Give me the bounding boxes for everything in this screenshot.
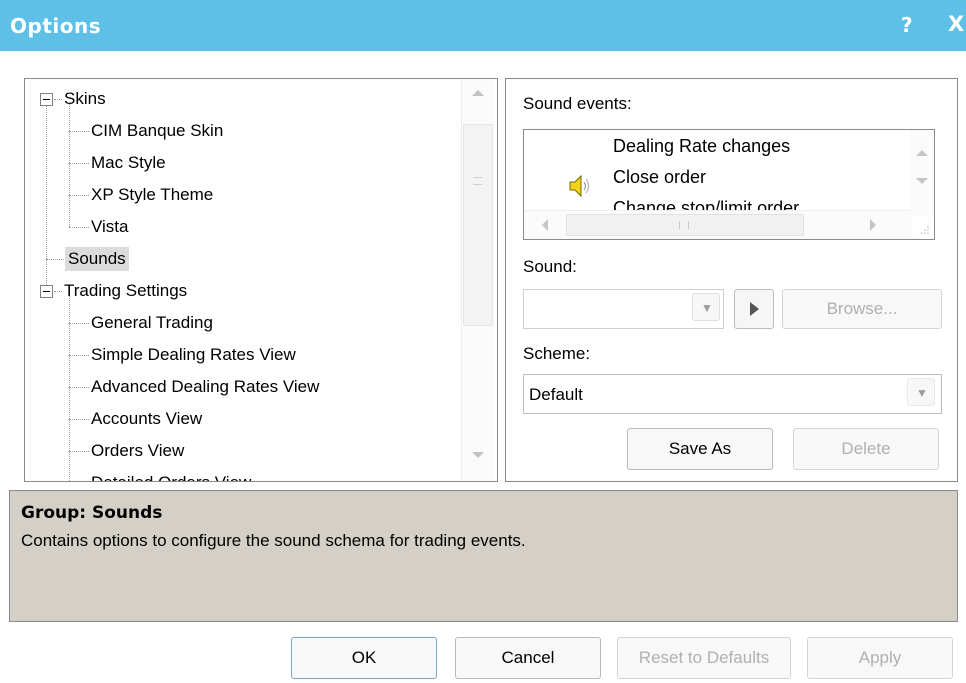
event-dealing-rate-changes[interactable]: Dealing Rate changes — [613, 136, 790, 157]
options-dialog: Options ? X Skins CIM Banque Skin Mac St… — [0, 0, 966, 683]
group-description-panel: Group: Sounds Contains options to config… — [9, 490, 958, 622]
chevron-down-icon: ▼ — [916, 386, 928, 400]
grip-icon — [473, 177, 482, 185]
tree-item-mac-style[interactable]: Mac Style — [91, 151, 166, 175]
dialog-title: Options — [10, 14, 102, 38]
sound-events-label: Sound events: — [523, 94, 632, 113]
tree-connector — [69, 195, 89, 196]
tree-connector — [69, 451, 89, 452]
help-button[interactable]: ? — [901, 13, 913, 37]
ok-button[interactable]: OK — [291, 637, 437, 679]
scroll-down-icon[interactable] — [472, 452, 484, 458]
tree-item-xp-style-theme[interactable]: XP Style Theme — [91, 183, 213, 207]
delete-button[interactable]: Delete — [793, 428, 939, 470]
scrollbar-thumb[interactable] — [463, 124, 493, 326]
grip-icon — [679, 221, 689, 229]
apply-button[interactable]: Apply — [807, 637, 953, 679]
group-heading: Group: Sounds — [21, 503, 163, 523]
tree-item-sounds[interactable]: Sounds — [65, 247, 129, 271]
scroll-left-icon[interactable] — [542, 219, 548, 231]
chevron-down-icon: ▼ — [701, 301, 713, 315]
tree-item-accounts-view[interactable]: Accounts View — [91, 407, 202, 431]
tree-connector — [69, 131, 89, 132]
scroll-down-icon[interactable] — [916, 178, 928, 184]
tree-item-vista[interactable]: Vista — [91, 215, 129, 239]
scrollbar-thumb[interactable] — [566, 214, 804, 236]
tree-item-detailed-orders-view[interactable]: Detailed Orders View — [91, 471, 251, 481]
collapse-trading-settings-icon[interactable] — [40, 285, 53, 298]
title-bar: Options ? X — [0, 0, 966, 51]
tree-connector — [46, 259, 66, 260]
speaker-icon — [569, 174, 590, 198]
reset-to-defaults-button[interactable]: Reset to Defaults — [617, 637, 791, 679]
scheme-select-value: Default — [529, 385, 583, 404]
scroll-right-icon[interactable] — [870, 219, 876, 231]
sound-dropdown-button[interactable]: ▼ — [692, 293, 720, 321]
save-as-button[interactable]: Save As — [627, 428, 773, 470]
events-vertical-scrollbar[interactable] — [910, 130, 934, 216]
tree-connector — [69, 355, 89, 356]
tree-connector — [69, 387, 89, 388]
options-tree: Skins CIM Banque Skin Mac Style XP Style… — [24, 78, 498, 482]
tree-connector — [54, 99, 62, 100]
scheme-select[interactable]: Default ▼ — [523, 374, 942, 414]
tree-item-orders-view[interactable]: Orders View — [91, 439, 184, 463]
sound-select[interactable]: ▼ — [523, 289, 724, 329]
tree-item-cim-banque-skin[interactable]: CIM Banque Skin — [91, 119, 223, 143]
tree-connector — [54, 291, 62, 292]
tree-item-simple-dealing-rates-view[interactable]: Simple Dealing Rates View — [91, 343, 296, 367]
events-horizontal-scrollbar[interactable] — [524, 210, 912, 239]
tree-connector — [69, 227, 89, 228]
event-close-order[interactable]: Close order — [613, 167, 706, 188]
tree-connector — [69, 419, 89, 420]
group-description: Contains options to configure the sound … — [21, 531, 526, 550]
scheme-dropdown-button[interactable]: ▼ — [907, 378, 935, 406]
tree-connector — [69, 163, 89, 164]
browse-button[interactable]: Browse... — [782, 289, 942, 329]
tree-scrollbar[interactable] — [461, 80, 495, 480]
scheme-label: Scheme: — [523, 344, 591, 363]
close-button[interactable]: X — [948, 12, 964, 36]
collapse-skins-icon[interactable] — [40, 93, 53, 106]
scroll-up-icon[interactable] — [916, 150, 928, 156]
resize-grip-icon — [921, 226, 929, 234]
play-sound-button[interactable] — [734, 289, 774, 329]
cancel-button[interactable]: Cancel — [455, 637, 601, 679]
scroll-up-icon[interactable] — [472, 90, 484, 96]
tree-item-general-trading[interactable]: General Trading — [91, 311, 213, 335]
sound-label: Sound: — [523, 257, 577, 276]
tree-item-advanced-dealing-rates-view[interactable]: Advanced Dealing Rates View — [91, 375, 319, 399]
tree-item-trading-settings[interactable]: Trading Settings — [64, 279, 187, 303]
sound-events-list[interactable]: Dealing Rate changes Close order Change … — [523, 129, 935, 240]
tree-connector — [69, 103, 70, 227]
tree-connector — [69, 323, 89, 324]
tree-item-skins[interactable]: Skins — [64, 87, 106, 111]
